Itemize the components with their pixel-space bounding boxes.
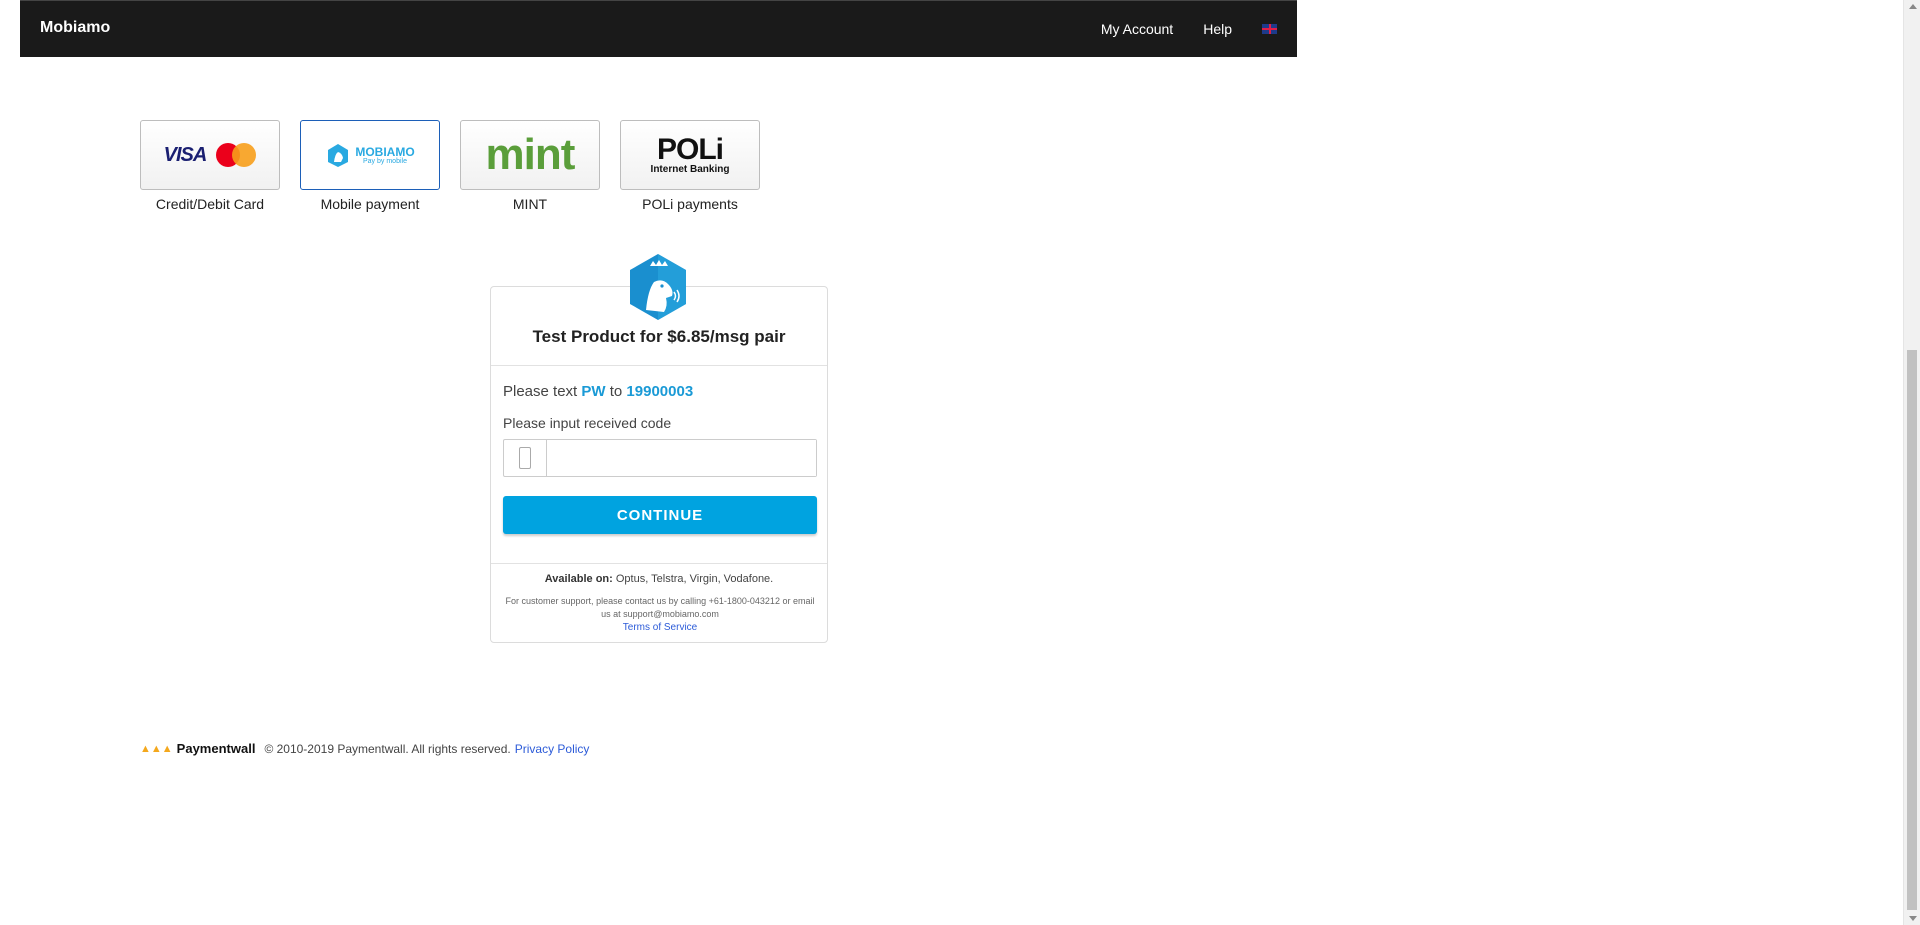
footer-brand: Paymentwall bbox=[176, 741, 256, 756]
method-label: POLi payments bbox=[642, 196, 738, 212]
copyright-text: © 2010-2019 Paymentwall. All rights rese… bbox=[264, 741, 511, 756]
brand-name[interactable]: Mobiamo bbox=[40, 19, 110, 37]
scroll-up-icon[interactable] bbox=[1909, 4, 1917, 9]
vertical-scrollbar[interactable] bbox=[1903, 0, 1920, 925]
mobiamo-logo: MOBIAMO Pay by mobile bbox=[325, 142, 415, 168]
instruction-prefix: Please text bbox=[503, 383, 578, 400]
top-navbar: Mobiamo My Account Help bbox=[20, 0, 1297, 57]
help-link[interactable]: Help bbox=[1203, 21, 1232, 37]
divider bbox=[491, 365, 827, 366]
paymentwall-mark-icon: ▲▲▲ bbox=[140, 742, 173, 755]
mint-logo: mint bbox=[485, 130, 576, 179]
my-account-link[interactable]: My Account bbox=[1101, 21, 1173, 37]
uk-flag-icon[interactable] bbox=[1262, 24, 1277, 34]
poli-option[interactable]: POLi Internet Banking bbox=[620, 120, 760, 190]
phone-icon bbox=[504, 440, 547, 476]
product-title: Test Product for $6.85/msg pair bbox=[532, 327, 786, 346]
method-mobile-payment[interactable]: MOBIAMO Pay by mobile Mobile payment bbox=[300, 120, 440, 212]
visa-logo: VISA bbox=[163, 143, 208, 166]
mobile-payment-option[interactable]: MOBIAMO Pay by mobile bbox=[300, 120, 440, 190]
mobiamo-bear-icon bbox=[328, 144, 349, 167]
mint-option[interactable]: mint bbox=[460, 120, 600, 190]
payment-card: Test Product for $6.85/msg pair Please t… bbox=[490, 286, 828, 643]
mastercard-logo bbox=[216, 143, 257, 167]
carrier-list: Optus, Telstra, Virgin, Vodafone. bbox=[615, 573, 774, 585]
sms-number: 19900003 bbox=[626, 383, 694, 400]
available-label: Available on: bbox=[544, 573, 613, 585]
sms-keyword: PW bbox=[581, 383, 606, 400]
available-carriers: Available on: Optus, Telstra, Virgin, Vo… bbox=[491, 573, 827, 585]
scroll-thumb[interactable] bbox=[1907, 350, 1917, 910]
payment-methods: VISA Credit/Debit Card MOBIAMO Pay by mob… bbox=[140, 120, 760, 212]
mobiamo-logo-sub: Pay by mobile bbox=[363, 157, 407, 165]
method-label: Credit/Debit Card bbox=[155, 196, 265, 212]
code-input[interactable] bbox=[547, 440, 816, 476]
method-label: MINT bbox=[512, 196, 548, 212]
method-credit-card[interactable]: VISA Credit/Debit Card bbox=[140, 120, 280, 212]
instruction-middle: to bbox=[609, 383, 623, 400]
support-info: For customer support, please contact us … bbox=[503, 595, 817, 634]
terms-of-service-link[interactable]: Terms of Service bbox=[503, 621, 817, 634]
mobiamo-bear-hex-icon bbox=[630, 254, 686, 320]
code-input-group bbox=[503, 439, 817, 477]
poli-logo-sub: Internet Banking bbox=[650, 164, 730, 175]
poli-logo: POLi Internet Banking bbox=[651, 135, 730, 175]
support-text: For customer support, please contact us … bbox=[505, 596, 815, 619]
method-mint[interactable]: mint MINT bbox=[460, 120, 600, 212]
footer: ▲▲▲ Paymentwall © 2010-2019 Paymentwall.… bbox=[140, 741, 589, 756]
code-input-label: Please input received code bbox=[503, 415, 672, 431]
poli-logo-text: POLi bbox=[656, 133, 724, 166]
divider bbox=[491, 563, 827, 564]
privacy-policy-link[interactable]: Privacy Policy bbox=[515, 742, 590, 756]
paymentwall-logo: ▲▲▲ Paymentwall bbox=[140, 741, 255, 756]
nav-links: My Account Help bbox=[1101, 21, 1277, 37]
method-poli[interactable]: POLi Internet Banking POLi payments bbox=[620, 120, 760, 212]
scroll-down-icon[interactable] bbox=[1909, 916, 1917, 921]
mobiamo-logo-text: MOBIAMO bbox=[355, 144, 415, 159]
method-label: Mobile payment bbox=[320, 196, 420, 212]
sms-instruction: Please text PW to 19900003 bbox=[503, 383, 693, 400]
credit-card-option[interactable]: VISA bbox=[140, 120, 280, 190]
continue-button[interactable]: CONTINUE bbox=[503, 496, 817, 534]
